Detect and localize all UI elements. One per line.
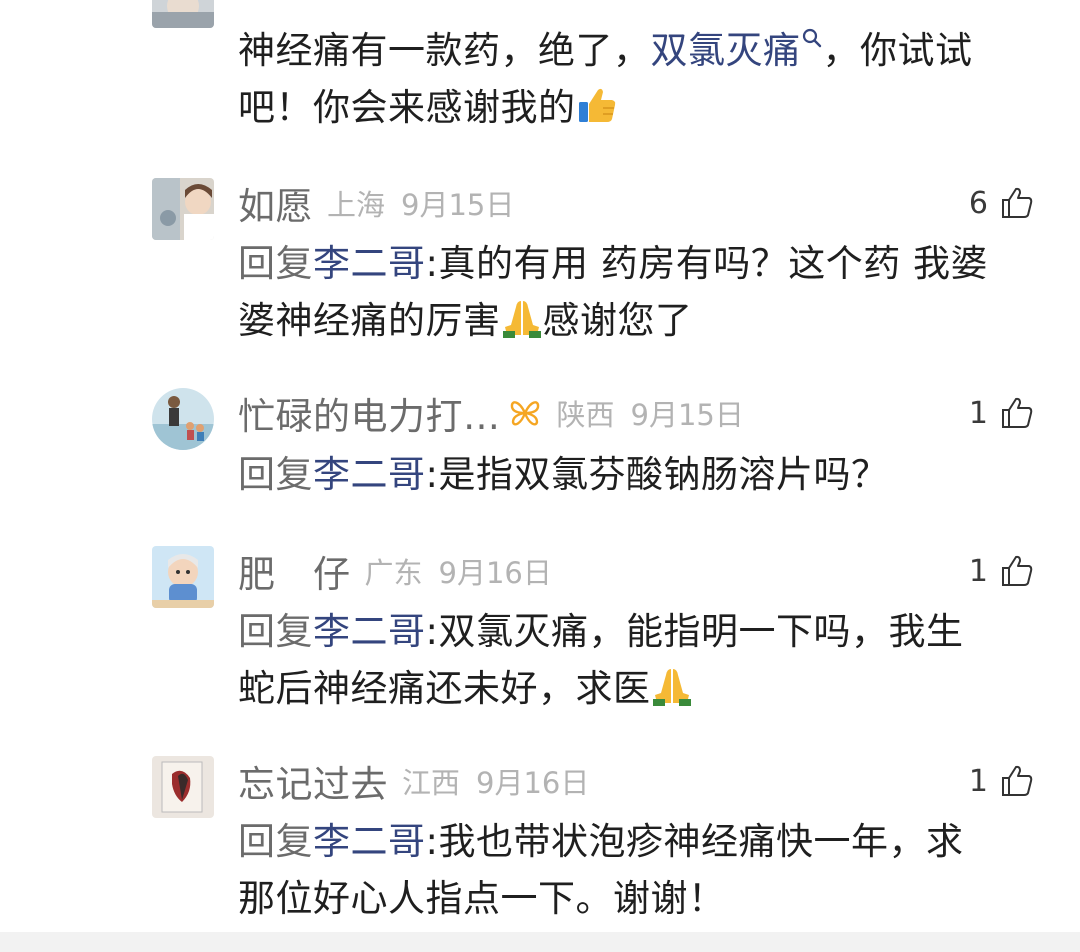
region-label: 上海	[327, 188, 386, 222]
like-count: 1	[968, 395, 988, 431]
comment-text-part: 那位好心人指点一下。谢谢！	[238, 877, 726, 920]
region-label: 广东	[364, 556, 423, 590]
thumbs-up-outline-icon	[1002, 187, 1033, 218]
praying-hands-emoji	[502, 301, 541, 338]
bottom-divider	[0, 932, 1080, 952]
username[interactable]: 忙碌的电力打…	[238, 386, 501, 440]
reply-target-link[interactable]: 李二哥	[313, 610, 426, 653]
drug-link-label: 双氯灭痛	[650, 29, 801, 72]
username[interactable]: 如愿	[238, 176, 313, 230]
reply-prefix: 回复	[238, 610, 313, 653]
region-label: 江西	[402, 766, 461, 800]
date-label: 9月16日	[476, 766, 590, 800]
comment-text-part: :我也带状泡疹神经痛快一年，求	[425, 820, 964, 863]
like-button[interactable]: 1	[969, 756, 1034, 806]
thumbs-up-outline-icon	[1002, 555, 1033, 586]
reply-target-link[interactable]: 李二哥	[313, 242, 426, 285]
comment-meta: 忘记过去 江西 9月16日	[238, 756, 589, 806]
drug-search-link[interactable]: 双氯灭痛	[650, 28, 823, 72]
comment-text-part: ，你试试	[822, 29, 973, 72]
region-label: 陕西	[556, 398, 615, 432]
avatar-image	[152, 756, 214, 818]
comment-text-part: :是指双氯芬酸钠肠溶片吗？	[425, 453, 889, 496]
avatar-image	[152, 178, 214, 240]
avatar[interactable]	[152, 0, 214, 28]
avatar[interactable]	[152, 756, 214, 818]
thumbs-up-outline-icon	[1002, 765, 1033, 796]
comment-meta: 忙碌的电力打… 陕西 9月15日	[238, 388, 744, 438]
date-label: 9月15日	[630, 398, 744, 432]
comments-page: 神经痛有一款药，绝了，双氯灭痛 ，你试试 吧！你会来感谢我的 如愿 上海 9月15…	[0, 0, 1080, 952]
comment-text-part: :双氯灭痛，能指明一下吗，我生	[425, 610, 964, 653]
comment-text-part: :真的有用 药房有吗？这个药 我婆	[425, 242, 988, 285]
butterfly-badge-icon	[510, 401, 539, 426]
like-button[interactable]: 1	[969, 388, 1034, 438]
comment-meta: 如愿 上海 9月15日	[238, 178, 514, 228]
reply-prefix: 回复	[238, 820, 313, 863]
comment-text: 回复李二哥:是指双氯芬酸钠肠溶片吗？	[238, 446, 1048, 503]
like-count: 6	[968, 185, 988, 221]
like-count: 1	[968, 553, 988, 589]
reply-target-link[interactable]: 李二哥	[313, 453, 426, 496]
avatar[interactable]	[152, 178, 214, 240]
username[interactable]: 忘记过去	[238, 754, 388, 808]
comment-text-part: 蛇后神经痛还未好，求医	[238, 667, 651, 710]
comment-text-part: 感谢您了	[542, 299, 693, 342]
date-label: 9月15日	[401, 188, 515, 222]
comment-text: 回复李二哥:真的有用 药房有吗？这个药 我婆 婆神经痛的厉害 感谢您了	[238, 235, 1048, 349]
thumbs-up-outline-icon	[1002, 397, 1033, 428]
comment-meta: 肥 仔 广东 9月16日	[238, 546, 552, 596]
comment-text: 神经痛有一款药，绝了，双氯灭痛 ，你试试 吧！你会来感谢我的	[238, 22, 1048, 136]
avatar[interactable]	[152, 546, 214, 608]
search-icon	[802, 28, 821, 48]
avatar-image	[152, 0, 214, 28]
avatar[interactable]	[152, 388, 214, 450]
comment-text-part: 婆神经痛的厉害	[238, 299, 501, 342]
like-button[interactable]: 6	[969, 178, 1034, 228]
reply-prefix: 回复	[238, 242, 313, 285]
praying-hands-emoji	[652, 669, 691, 706]
comment-text-part: 吧！你会来感谢我的	[238, 86, 576, 129]
like-button[interactable]: 1	[969, 546, 1034, 596]
date-label: 9月16日	[438, 556, 552, 590]
reply-target-link[interactable]: 李二哥	[313, 820, 426, 863]
avatar-image	[152, 388, 214, 450]
username[interactable]: 肥 仔	[238, 544, 351, 598]
thumbs-up-emoji	[578, 88, 615, 122]
avatar-image	[152, 546, 214, 608]
comment-text-part: 神经痛有一款药，绝了，	[238, 29, 651, 72]
comment-text: 回复李二哥:双氯灭痛，能指明一下吗，我生 蛇后神经痛还未好，求医	[238, 603, 1048, 717]
comment-text: 回复李二哥:我也带状泡疹神经痛快一年，求 那位好心人指点一下。谢谢！	[238, 813, 1048, 927]
reply-prefix: 回复	[238, 453, 313, 496]
like-count: 1	[968, 763, 988, 799]
